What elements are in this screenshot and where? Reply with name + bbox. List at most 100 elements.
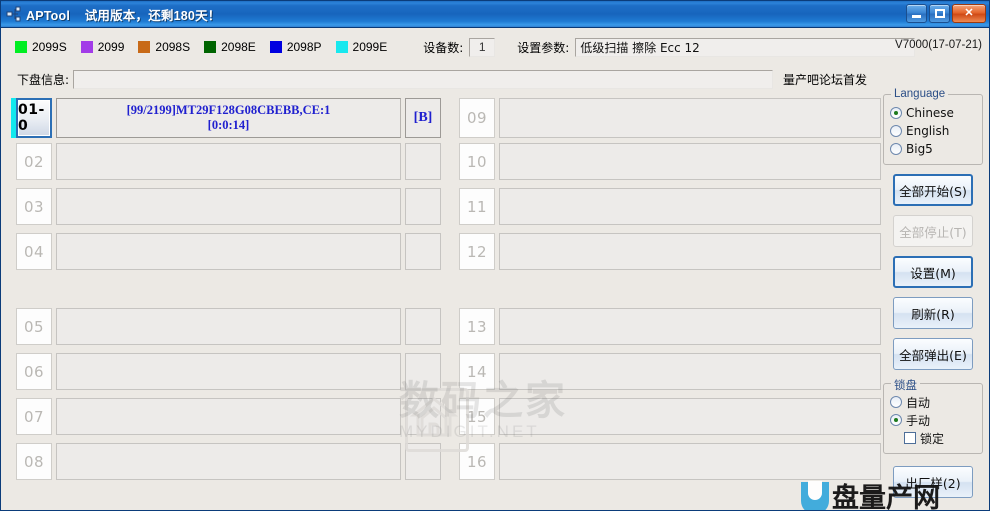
lock-option-manual[interactable]: 手动 [890, 411, 976, 429]
stop-all-button: 全部停止(T) [893, 215, 973, 247]
device-row-13[interactable]: 13 [454, 308, 881, 345]
device-info-line2: [0:0:14] [207, 118, 250, 132]
version-label: V7000(17-07-21) [895, 39, 982, 51]
device-select-button[interactable]: 02 [16, 143, 52, 180]
lock-groupbox: 锁盘 自动 手动 锁定 [883, 377, 983, 454]
side-panel: Language Chinese English Big5 全部开始(S) 全部… [883, 88, 983, 498]
bottom-hidden-button[interactable]: 出厂样(2) [893, 466, 973, 498]
device-row-07[interactable]: 07 [11, 398, 441, 435]
window-controls: ✕ [906, 4, 986, 23]
lock-checkbox-label: 锁定 [920, 431, 945, 446]
close-button[interactable]: ✕ [952, 4, 986, 23]
device-row-10[interactable]: 10 [454, 143, 881, 180]
device-select-button[interactable]: 15 [459, 398, 495, 435]
settings-button[interactable]: 设置(M) [893, 256, 973, 288]
device-select-button[interactable]: 08 [16, 443, 52, 480]
language-option-big5[interactable]: Big5 [890, 140, 976, 158]
device-row-02[interactable]: 02 [11, 143, 441, 180]
device-info-field: [99/2199]MT29F128G08CBEBB,CE:1 [0:0:14] [56, 98, 401, 138]
device-info-field [56, 308, 401, 345]
legend-label: 2099 [97, 40, 125, 54]
client-area: 2099S 2099 2098S 2098E 2098P 2099E 设备数: … [1, 28, 989, 510]
lock-option-label: 手动 [906, 413, 931, 428]
device-info-field [499, 233, 881, 270]
device-select-button[interactable]: 06 [16, 353, 52, 390]
device-row-06[interactable]: 06 [11, 353, 441, 390]
device-select-button[interactable]: 11 [459, 188, 495, 225]
eject-all-button[interactable]: 全部弹出(E) [893, 338, 973, 370]
legend-item: 2099E [335, 40, 387, 54]
legend-item: 2098E [204, 40, 256, 54]
device-row-04[interactable]: 04 [11, 233, 441, 270]
minimize-button[interactable] [906, 4, 927, 23]
close-icon: ✕ [964, 7, 974, 19]
window-title: APTool 试用版本，还剩180天！ [26, 8, 221, 23]
device-row-16[interactable]: 16 [454, 443, 881, 480]
start-all-button[interactable]: 全部开始(S) [893, 174, 973, 206]
language-option-label: Big5 [906, 142, 933, 156]
device-select-button[interactable]: 14 [459, 353, 495, 390]
device-row-11[interactable]: 11 [454, 188, 881, 225]
language-option-english[interactable]: English [890, 122, 976, 140]
upantool-logo-icon [801, 481, 829, 510]
language-option-chinese[interactable]: Chinese [890, 104, 976, 122]
device-info-field [56, 233, 401, 270]
device-info-field [499, 308, 881, 345]
device-select-button[interactable]: 12 [459, 233, 495, 270]
legend-label: 2099S [32, 40, 67, 54]
device-select-button[interactable]: 05 [16, 308, 52, 345]
params-value[interactable]: 低级扫描 擦除 Ecc 12 [575, 37, 916, 57]
device-info-field [499, 398, 881, 435]
checkbox-icon [904, 432, 916, 444]
legend-item: 2099 [80, 40, 125, 54]
language-group-title: Language [891, 88, 949, 100]
maximize-button[interactable] [929, 4, 950, 23]
device-row-03[interactable]: 03 [11, 188, 441, 225]
lock-option-label: 自动 [906, 395, 931, 410]
device-flag-field [405, 233, 441, 270]
params-label: 设置参数: [517, 40, 570, 55]
device-select-button[interactable]: 03 [16, 188, 52, 225]
language-option-label: English [906, 124, 950, 138]
legend-swatch-2099s [15, 41, 27, 53]
device-select-button[interactable]: 09 [459, 98, 495, 138]
lock-group-title: 锁盘 [891, 377, 920, 393]
device-flag-field [405, 308, 441, 345]
language-option-label: Chinese [906, 106, 954, 120]
device-flag-field [405, 188, 441, 225]
disk-info-row: 下盘信息: 量产吧论坛首发 [1, 68, 989, 90]
legend-item: 2098P [269, 40, 322, 54]
device-flag-field [405, 143, 441, 180]
device-count-label: 设备数: [423, 40, 464, 55]
device-select-button[interactable]: 13 [459, 308, 495, 345]
device-row-01[interactable]: 01-0 [99/2199]MT29F128G08CBEBB,CE:1 [0:0… [11, 98, 441, 138]
device-row-09[interactable]: 09 [454, 98, 881, 138]
legend-swatch-2098p [269, 41, 282, 53]
device-select-button[interactable]: 01-0 [16, 98, 52, 138]
device-row-08[interactable]: 08 [11, 443, 441, 480]
legend-swatch-2099 [80, 41, 93, 53]
device-flag-field [405, 398, 441, 435]
device-info-field [499, 353, 881, 390]
legend-swatch-2099e [335, 41, 348, 53]
disk-info-input[interactable] [73, 69, 774, 89]
lock-checkbox-row[interactable]: 锁定 [890, 429, 976, 447]
device-count-value: 1 [469, 37, 496, 57]
device-select-button[interactable]: 04 [16, 233, 52, 270]
device-row-15[interactable]: 15 [454, 398, 881, 435]
device-row-12[interactable]: 12 [454, 233, 881, 270]
device-row-14[interactable]: 14 [454, 353, 881, 390]
device-select-button[interactable]: 16 [459, 443, 495, 480]
device-row-05[interactable]: 05 [11, 308, 441, 345]
device-select-button[interactable]: 10 [459, 143, 495, 180]
lock-option-auto[interactable]: 自动 [890, 393, 976, 411]
device-select-button[interactable]: 07 [16, 398, 52, 435]
legend-item: 2098S [138, 40, 190, 54]
legend-item: 2099S [15, 40, 67, 54]
params-group: 设置参数: 低级扫描 擦除 Ecc 12 [517, 37, 916, 57]
device-info-field [56, 188, 401, 225]
device-info-line1: [99/2199]MT29F128G08CBEBB,CE:1 [126, 103, 331, 117]
refresh-button[interactable]: 刷新(R) [893, 297, 973, 329]
device-info-field [56, 353, 401, 390]
legend-label: 2098P [286, 40, 322, 54]
